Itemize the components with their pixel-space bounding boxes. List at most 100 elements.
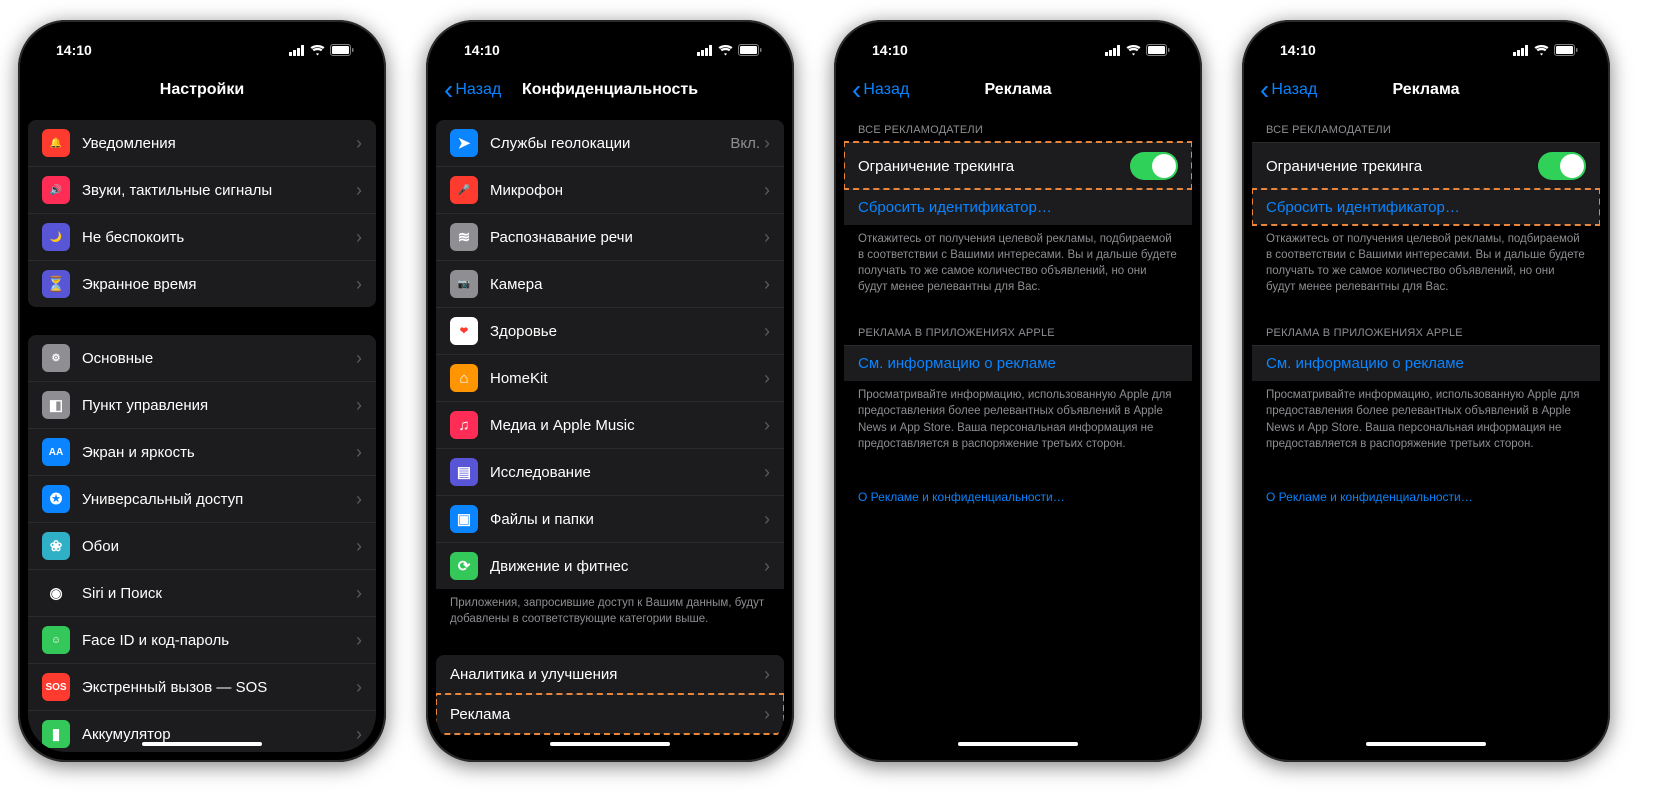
toggle-switch[interactable] [1130,152,1178,180]
group-footer: Просматривайте информацию, использованну… [1252,381,1600,451]
row-siri[interactable]: ◉Siri и Поиск› [28,569,376,616]
row-accessibility[interactable]: ✪Универсальный доступ› [28,475,376,522]
back-button[interactable]: Назад [444,80,501,100]
row-dnd[interactable]: 🌙Не беспокоить› [28,213,376,260]
group-footer: Приложения, запросившие доступ к Вашим д… [436,589,784,627]
row-view-ad-info[interactable]: См. информацию о рекламе [1252,345,1600,381]
about-ads-link[interactable]: О Рекламе и конфиденциальности… [844,480,1192,504]
row-control-center[interactable]: ◧Пункт управления› [28,381,376,428]
row-sounds[interactable]: 🔊Звуки, тактильные сигналы› [28,166,376,213]
chevron-right-icon: › [764,462,770,483]
chevron-right-icon: › [356,227,362,248]
chevron-right-icon: › [356,180,362,201]
phone-3: 14:10 Назад Реклама ВСЕ РЕКЛАМОДАТЕЛИОгр… [1242,20,1610,762]
group-header: РЕКЛАМА В ПРИЛОЖЕНИЯХ APPLE [844,323,1192,345]
chevron-right-icon: › [764,180,770,201]
row-location[interactable]: ➤Службы геолокацииВкл.› [436,120,784,166]
notch [1341,30,1511,56]
row-label: Файлы и папки [490,511,764,528]
row-label: Аналитика и улучшения [450,666,764,683]
row-label: Распознавание речи [490,229,764,246]
row-motion[interactable]: ⟳Движение и фитнес› [436,542,784,589]
row-label: Универсальный доступ [82,491,356,508]
row-camera[interactable]: 📷Камера› [436,260,784,307]
row-ads[interactable]: Реклама› [436,694,784,734]
phone-2: 14:10 Назад Реклама ВСЕ РЕКЛАМОДАТЕЛИОгр… [834,20,1202,762]
row-label: Сбросить идентификатор… [858,199,1178,216]
row-label: Здоровье [490,323,764,340]
row-label: Siri и Поиск [82,585,356,602]
row-homekit[interactable]: ⌂HomeKit› [436,354,784,401]
row-faceid[interactable]: ☺︎Face ID и код-пароль› [28,616,376,663]
battery-icon [330,44,354,56]
control-center-icon: ◧ [42,391,70,419]
row-wallpaper[interactable]: ❀Обои› [28,522,376,569]
faceid-icon: ☺︎ [42,626,70,654]
back-button[interactable]: Назад [1260,80,1317,100]
chevron-right-icon: › [356,724,362,745]
row-screentime[interactable]: ⏳Экранное время› [28,260,376,307]
screen: 14:10 Назад Конфиденциальность ➤Службы г… [436,30,784,752]
chevron-right-icon: › [356,133,362,154]
page-title: Настройки [160,81,244,99]
group-footer: Просматривайте информацию, использованну… [844,381,1192,451]
notch [117,30,287,56]
home-indicator [142,742,262,746]
row-general[interactable]: ⚙︎Основные› [28,335,376,381]
row-media[interactable]: ♫Медиа и Apple Music› [436,401,784,448]
wifi-icon [1534,45,1549,56]
row-reset-id[interactable]: Сбросить идентификатор… [1252,189,1600,225]
siri-icon: ◉ [42,579,70,607]
row-display[interactable]: AAЭкран и яркость› [28,428,376,475]
status-icons [289,44,354,56]
status-icons [1105,44,1170,56]
row-limit-tracking[interactable]: Ограничение трекинга [844,142,1192,189]
home-indicator [958,742,1078,746]
row-sos[interactable]: SOSЭкстренный вызов — SOS› [28,663,376,710]
row-health[interactable]: ❤︎ Здоровье› [436,307,784,354]
notifications-icon: 🔔 [42,129,70,157]
group-footer: Откажитесь от получения целевой рекламы,… [1252,225,1600,295]
row-reset-id[interactable]: Сбросить идентификатор… [844,189,1192,225]
row-label: См. информацию о рекламе [1266,355,1586,372]
status-icons [697,44,762,56]
cellular-icon [1105,45,1121,56]
row-notifications[interactable]: 🔔 Уведомления› [28,120,376,166]
phone-0: 14:10 Настройки 🔔Уведомления›🔊Звуки, так… [18,20,386,762]
settings-list: ВСЕ РЕКЛАМОДАТЕЛИОграничение трекингаСбр… [844,120,1192,504]
chevron-right-icon: › [764,509,770,530]
row-label: См. информацию о рекламе [858,355,1178,372]
page-title: Реклама [985,81,1052,99]
chevron-right-icon: › [356,395,362,416]
group-header: ВСЕ РЕКЛАМОДАТЕЛИ [1252,120,1600,142]
home-indicator [1366,742,1486,746]
row-label: Движение и фитнес [490,558,764,575]
home-indicator [550,742,670,746]
chevron-right-icon: › [764,321,770,342]
wifi-icon [310,45,325,56]
row-files[interactable]: ▣Файлы и папки› [436,495,784,542]
chevron-right-icon: › [764,227,770,248]
row-label: Основные [82,350,356,367]
health-icon: ❤︎ [450,317,478,345]
row-speech[interactable]: ≋Распознавание речи› [436,213,784,260]
status-time: 14:10 [872,42,908,58]
page-title: Конфиденциальность [522,81,698,99]
about-ads-link[interactable]: О Рекламе и конфиденциальности… [1252,480,1600,504]
row-microphone[interactable]: 🎤Микрофон› [436,166,784,213]
notch [933,30,1103,56]
motion-icon: ⟳ [450,552,478,580]
row-research[interactable]: ▤Исследование› [436,448,784,495]
row-limit-tracking[interactable]: Ограничение трекинга [1252,142,1600,189]
sos-icon: SOS [42,673,70,701]
row-view-ad-info[interactable]: См. информацию о рекламе [844,345,1192,381]
group: РЕКЛАМА В ПРИЛОЖЕНИЯХ APPLEСм. информаци… [1252,323,1600,451]
toggle-switch[interactable] [1538,152,1586,180]
row-label: Уведомления [82,135,356,152]
row-analytics[interactable]: Аналитика и улучшения› [436,655,784,694]
row-label: Камера [490,276,764,293]
chevron-right-icon: › [764,664,770,685]
group: ⚙︎Основные›◧Пункт управления›AAЭкран и я… [28,335,376,752]
back-button[interactable]: Назад [852,80,909,100]
cellular-icon [1513,45,1529,56]
